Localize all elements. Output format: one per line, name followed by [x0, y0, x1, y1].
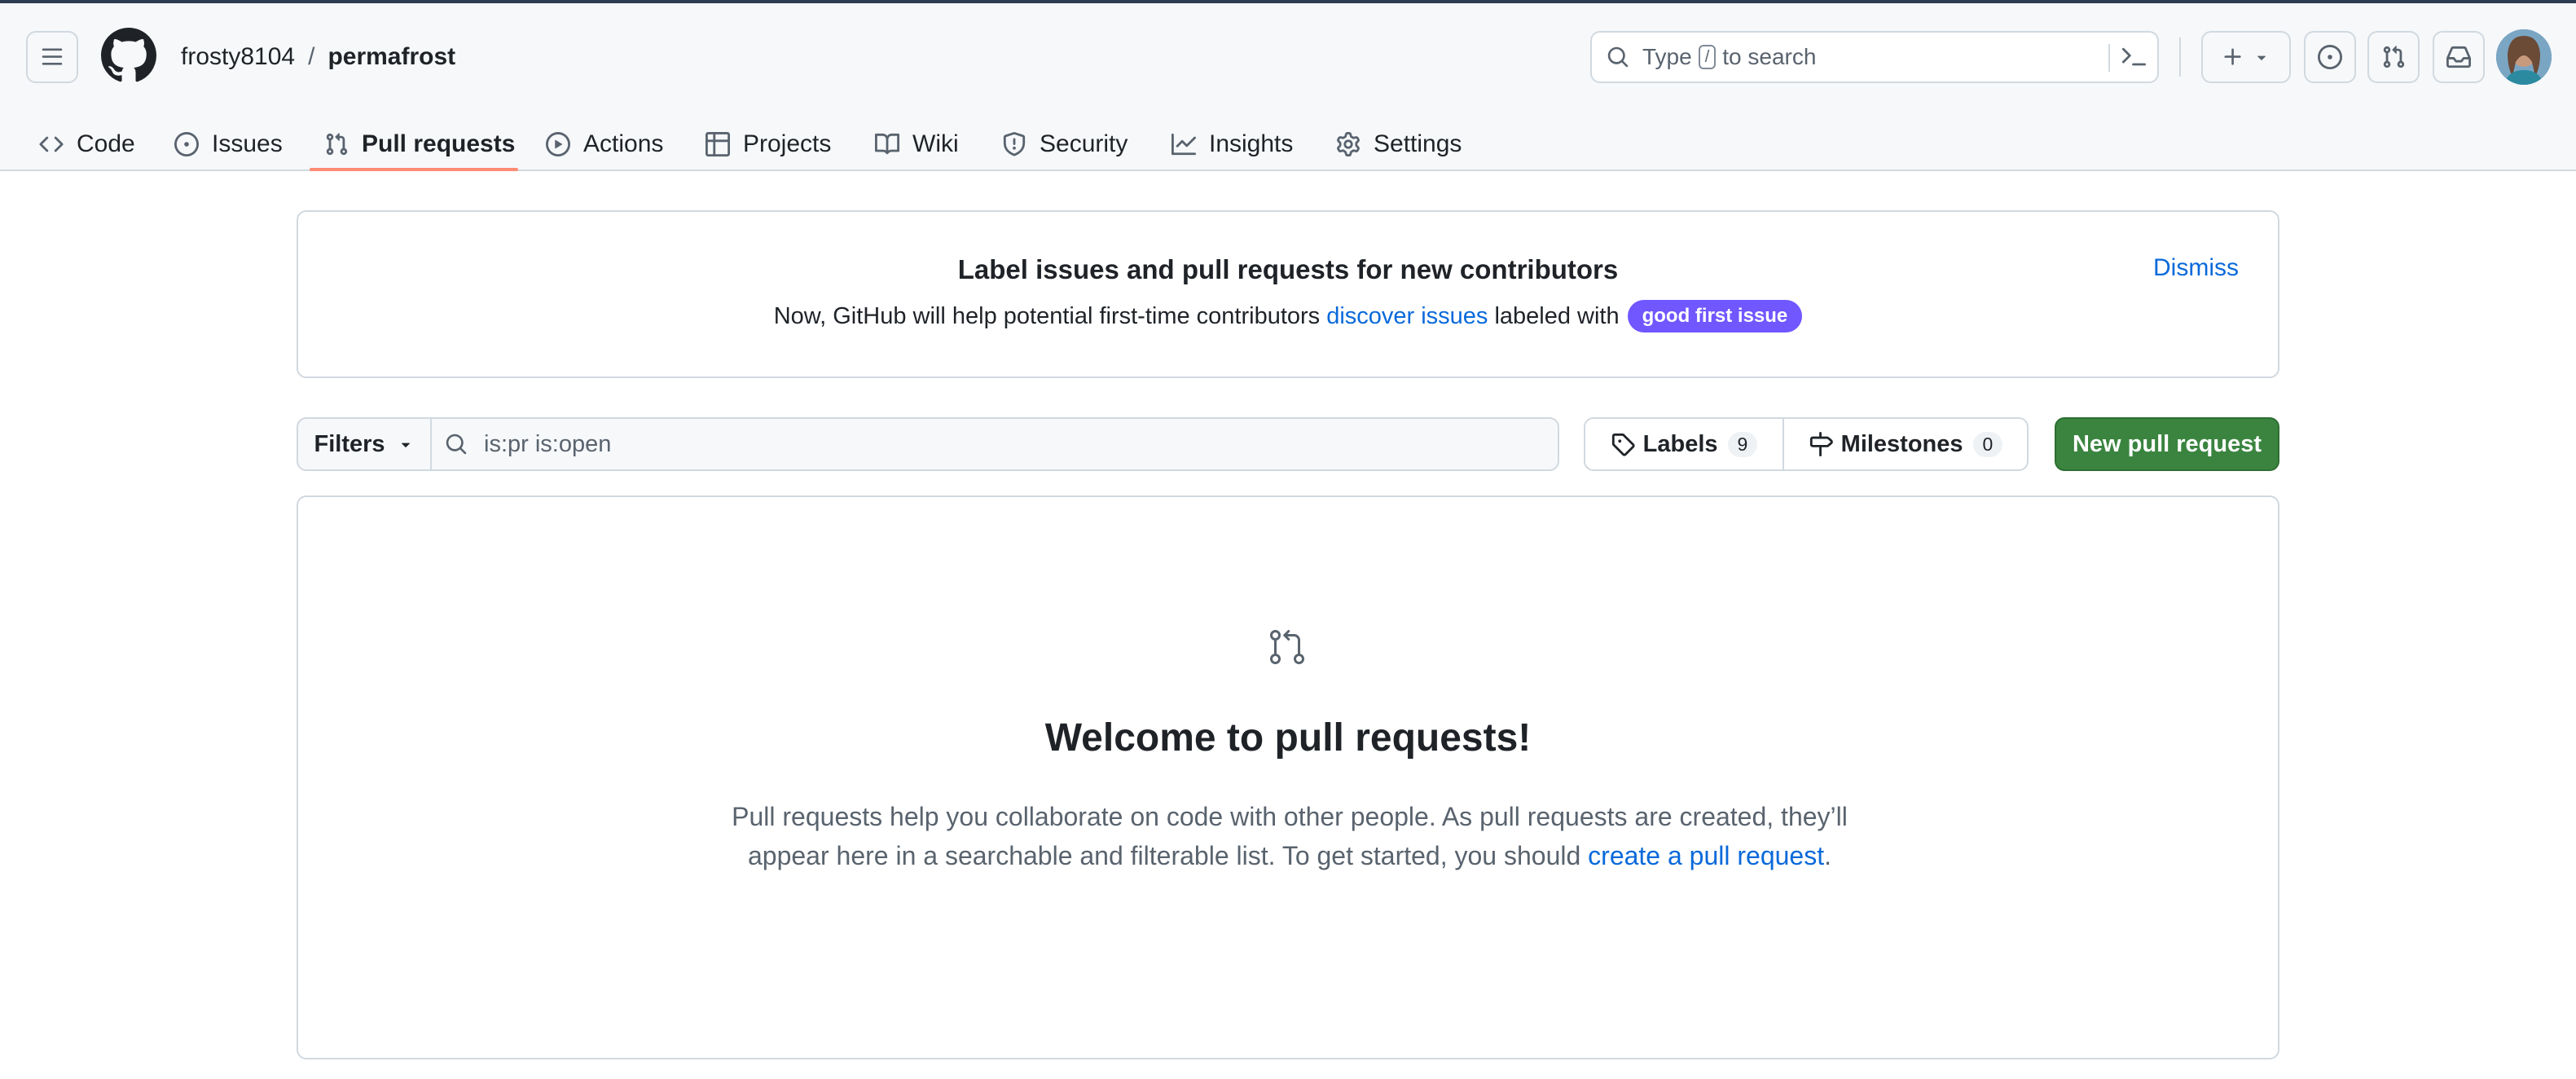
labels-label: Labels — [1642, 430, 1718, 457]
empty-state-period: . — [1824, 841, 1831, 870]
labels-button[interactable]: Labels 9 — [1584, 417, 1784, 471]
milestones-count: 0 — [1972, 431, 2003, 457]
labels-count: 9 — [1727, 431, 1758, 457]
tab-settings-label: Settings — [1374, 130, 1462, 157]
tab-actions[interactable]: Actions — [546, 114, 663, 174]
search-icon — [446, 434, 467, 455]
tab-issues-label: Issues — [212, 130, 283, 157]
book-icon — [875, 133, 899, 155]
filter-query-value: is:pr is:open — [484, 430, 612, 457]
global-search-input[interactable]: Type / to search — [1590, 31, 2159, 83]
empty-state-heading: Welcome to pull requests! — [1044, 716, 1532, 760]
open-menu-button[interactable] — [26, 31, 78, 83]
github-logo-icon[interactable] — [101, 28, 156, 83]
breadcrumb-separator: / — [308, 43, 315, 70]
tab-code[interactable]: Code — [39, 114, 135, 174]
new-pull-request-button[interactable]: New pull request — [2055, 417, 2279, 471]
active-tab-indicator — [310, 168, 518, 171]
play-icon — [546, 132, 570, 156]
tab-insights[interactable]: Insights — [1172, 114, 1293, 174]
filters-button[interactable]: Filters — [297, 417, 432, 471]
tab-pull-requests[interactable]: Pull requests — [324, 114, 515, 174]
tab-wiki[interactable]: Wiki — [875, 114, 959, 174]
your-issues-button[interactable] — [2304, 31, 2356, 83]
git-pull-request-icon — [1270, 630, 1304, 664]
avatar-image — [2496, 29, 2552, 85]
search-placeholder: Type / to search — [1642, 44, 1816, 70]
banner-text-before: Now, GitHub will help potential first-ti… — [773, 302, 1321, 329]
plus-icon — [2224, 48, 2241, 65]
git-pull-request-icon — [326, 133, 348, 156]
hamburger-icon — [42, 48, 63, 65]
caret-down-icon — [401, 443, 410, 447]
milestone-icon — [1809, 432, 1833, 456]
gear-icon — [1337, 132, 1360, 156]
banner-text-after: labeled with — [1494, 302, 1620, 329]
milestones-label: Milestones — [1840, 430, 1963, 457]
tab-actions-label: Actions — [583, 130, 664, 157]
search-divider — [2108, 44, 2110, 72]
search-placeholder-suffix: to search — [1722, 44, 1817, 69]
tab-projects[interactable]: Projects — [706, 114, 831, 174]
your-pull-requests-button[interactable] — [2367, 31, 2420, 83]
table-icon — [706, 132, 730, 156]
app-header: frosty8104 / permafrost Type / to search — [0, 0, 2576, 171]
inbox-icon — [2446, 46, 2471, 68]
tab-issues[interactable]: Issues — [174, 114, 283, 174]
tab-code-label: Code — [77, 130, 135, 157]
search-placeholder-prefix: Type — [1642, 44, 1692, 69]
search-icon — [1607, 46, 1629, 68]
create-pull-request-link[interactable]: create a pull request — [1588, 841, 1824, 870]
command-palette-icon[interactable] — [2121, 46, 2146, 70]
repo-name-link[interactable]: permafrost — [327, 43, 455, 71]
discover-issues-link[interactable]: discover issues — [1326, 303, 1488, 330]
user-avatar[interactable] — [2496, 29, 2552, 85]
tab-security[interactable]: Security — [1002, 114, 1128, 174]
breadcrumb: frosty8104 / permafrost — [181, 41, 455, 73]
tab-projects-label: Projects — [743, 130, 832, 157]
git-pull-request-icon — [2383, 46, 2405, 68]
dismiss-button[interactable]: Dismiss — [2153, 254, 2239, 282]
tab-pull-requests-label: Pull requests — [362, 130, 516, 157]
good-first-issue-label[interactable]: good first issue — [1627, 300, 1803, 333]
empty-state-description: Pull requests help you collaborate on co… — [730, 797, 1849, 875]
filters-label: Filters — [314, 430, 385, 457]
repo-owner-link[interactable]: frosty8104 — [181, 43, 295, 71]
tab-settings[interactable]: Settings — [1336, 114, 1462, 174]
search-shortcut-key: / — [1698, 45, 1717, 69]
create-new-button[interactable] — [2201, 31, 2291, 83]
issue-opened-icon — [2318, 45, 2342, 69]
code-icon — [39, 136, 64, 152]
issue-opened-icon — [174, 132, 199, 156]
banner-title: Label issues and pull requests for new c… — [957, 254, 1619, 284]
banner-description: Now, GitHub will help potential first-ti… — [298, 300, 2278, 333]
notifications-button[interactable] — [2433, 31, 2485, 83]
empty-state-panel: Welcome to pull requests! Pull requests … — [297, 495, 2279, 1059]
header-divider — [2179, 37, 2181, 77]
tab-insights-label: Insights — [1209, 130, 1294, 157]
tab-security-label: Security — [1040, 130, 1128, 157]
shield-icon — [1003, 132, 1026, 156]
issues-search-input[interactable]: is:pr is:open — [430, 417, 1559, 471]
milestones-button[interactable]: Milestones 0 — [1783, 417, 2029, 471]
graph-icon — [1172, 133, 1196, 156]
first-contributors-banner: Label issues and pull requests for new c… — [297, 210, 2279, 378]
caret-down-icon — [2257, 55, 2266, 60]
tag-icon — [1611, 433, 1635, 456]
tab-wiki-label: Wiki — [912, 130, 959, 157]
